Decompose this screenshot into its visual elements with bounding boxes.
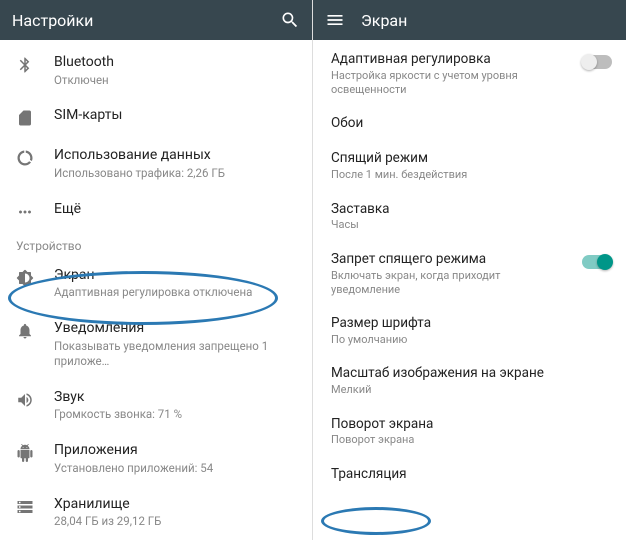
label: Приложения	[54, 442, 298, 460]
row-sim[interactable]: SIM-карты	[0, 97, 312, 137]
row-display[interactable]: Экран Адаптивная регулировка отключена	[0, 257, 312, 310]
settings-pane: Настройки Bluetooth Отключен SIM-карты	[0, 0, 313, 540]
sub: Включать экран, когда приходит уведомлен…	[331, 269, 562, 298]
row-bluetooth[interactable]: Bluetooth Отключен	[0, 44, 312, 97]
row-rotation[interactable]: Поворот экрана Поворот экрана	[313, 407, 626, 457]
section-device: Устройство	[0, 231, 312, 257]
highlight-cast	[321, 507, 431, 535]
android-icon	[16, 444, 34, 462]
sub: Использовано трафика: 2,26 ГБ	[54, 166, 298, 181]
row-more[interactable]: Ещё	[0, 191, 312, 231]
bell-icon	[16, 322, 34, 340]
data-usage-icon	[16, 149, 34, 167]
label: Адаптивная регулировка	[331, 51, 562, 68]
sub: По умолчанию	[331, 333, 612, 347]
row-storage[interactable]: Хранилище 28,04 ГБ из 29,12 ГБ	[0, 486, 312, 539]
label: Звук	[54, 389, 298, 407]
more-horiz-icon	[16, 203, 34, 221]
appbar-title: Экран	[361, 11, 614, 30]
appbar-title: Настройки	[12, 11, 264, 30]
bluetooth-icon	[16, 56, 34, 74]
label: Размер шрифта	[331, 315, 612, 332]
volume-icon	[16, 391, 34, 409]
row-ambient-display[interactable]: Запрет спящего режима Включать экран, ко…	[313, 242, 626, 306]
display-icon	[16, 269, 34, 287]
row-cast[interactable]: Трансляция	[313, 457, 626, 492]
storage-icon	[16, 498, 34, 516]
appbar-left: Настройки	[0, 0, 312, 40]
row-sleep[interactable]: Спящий режим После 1 мин. бездействия	[313, 141, 626, 191]
sub: Адаптивная регулировка отключена	[54, 285, 298, 300]
label: Запрет спящего режима	[331, 251, 562, 268]
row-notifications[interactable]: Уведомления Показывать уведомления запре…	[0, 310, 312, 378]
label: Bluetooth	[54, 54, 298, 72]
display-list: Адаптивная регулировка Настройка яркости…	[313, 26, 626, 492]
sub: Отключен	[54, 73, 298, 88]
row-wallpaper[interactable]: Обои	[313, 106, 626, 141]
search-icon[interactable]	[280, 10, 300, 30]
sub: Настройка яркости с учетом уровня освеще…	[331, 69, 562, 98]
settings-list: Bluetooth Отключен SIM-карты Использован…	[0, 40, 312, 539]
row-font-size[interactable]: Размер шрифта По умолчанию	[313, 306, 626, 356]
label: Ещё	[54, 201, 298, 219]
sub: 28,04 ГБ из 29,12 ГБ	[54, 514, 298, 529]
label: Экран	[54, 267, 298, 285]
label: Спящий режим	[331, 150, 612, 167]
toggle-ambient[interactable]	[582, 255, 612, 269]
display-settings-pane: Экран Адаптивная регулировка Настройка я…	[313, 0, 626, 540]
sub: После 1 мин. бездействия	[331, 168, 612, 182]
label: Использование данных	[54, 147, 298, 165]
row-screensaver[interactable]: Заставка Часы	[313, 192, 626, 242]
row-data-usage[interactable]: Использование данных Использовано трафик…	[0, 137, 312, 190]
row-brightness-cutoff[interactable]	[313, 30, 626, 42]
row-adaptive-brightness[interactable]: Адаптивная регулировка Настройка яркости…	[313, 42, 626, 106]
toggle-adaptive[interactable]	[582, 55, 612, 69]
menu-icon[interactable]	[325, 10, 345, 30]
label: Заставка	[331, 201, 612, 218]
sub: Часы	[331, 218, 612, 232]
sub: Показывать уведомления запрещено 1 прило…	[54, 339, 298, 369]
label: Трансляция	[331, 466, 612, 483]
label: Обои	[331, 115, 612, 132]
row-apps[interactable]: Приложения Установлено приложений: 54	[0, 432, 312, 485]
label: Уведомления	[54, 320, 298, 338]
row-sound[interactable]: Звук Громкость звонка: 71 %	[0, 379, 312, 432]
sub: Установлено приложений: 54	[54, 461, 298, 476]
sub: Поворот экрана	[331, 433, 612, 447]
label: Хранилище	[54, 496, 298, 514]
label: Поворот экрана	[331, 416, 612, 433]
label: SIM-карты	[54, 107, 298, 125]
sub: Громкость звонка: 71 %	[54, 407, 298, 422]
sim-icon	[16, 109, 34, 127]
sub: Мелкий	[331, 383, 612, 397]
label: Масштаб изображения на экране	[331, 365, 612, 382]
row-display-scale[interactable]: Масштаб изображения на экране Мелкий	[313, 356, 626, 406]
